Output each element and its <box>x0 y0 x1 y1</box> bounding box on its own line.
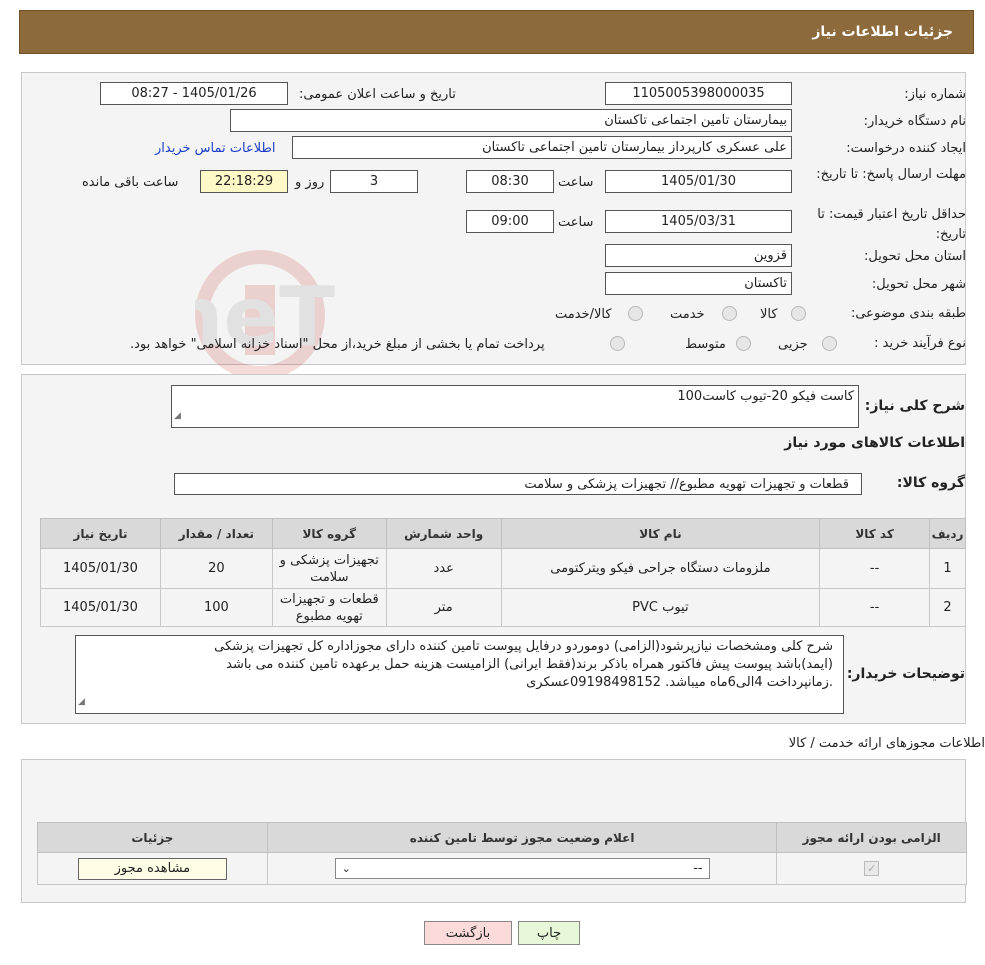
requester-label: ایجاد کننده درخواست: <box>846 141 966 156</box>
permits-header-status: اعلام وضعیت مجوز توسط تامین کننده <box>266 822 778 853</box>
goods-header-unit: واحد شمارش <box>385 518 502 549</box>
deadline-time-field: 08:30 <box>466 170 554 193</box>
need-number-label: شماره نیاز: <box>904 87 966 102</box>
category-option-goods-service: کالا/خدمت <box>555 307 612 322</box>
validity-date-field: 1405/03/31 <box>605 210 792 233</box>
back-button[interactable]: بازگشت <box>424 921 512 945</box>
buyer-notes-label: توضیحات خریدار: <box>846 666 965 682</box>
deadline-label: مهلت ارسال پاسخ: تا تاریخ: <box>816 167 966 182</box>
goods-header-group: گروه کالا <box>271 518 387 549</box>
cell-date: 1405/01/30 <box>40 588 161 627</box>
cell-group: تجهیزات پزشکی و سلامت <box>271 548 387 589</box>
cell-code: -- <box>819 548 931 589</box>
goods-info-title: اطلاعات کالاهای مورد نیاز <box>784 435 965 451</box>
description-text: کاست فیکو 20-تیوب کاست100 <box>677 389 854 404</box>
buyer-org-label: نام دستگاه خریدار: <box>863 114 966 129</box>
deadline-days-field: 3 <box>330 170 418 193</box>
cell-group: قطعات و تجهیزات تهویه مطبوع <box>271 588 387 627</box>
deadline-days-label: روز و <box>295 175 325 190</box>
cell-unit: متر <box>385 588 502 627</box>
description-label: شرح کلی نیاز: <box>864 398 965 414</box>
category-radio-goods-service[interactable] <box>628 306 643 321</box>
process-label: نوع فرآیند خرید : <box>874 336 966 351</box>
city-label: شهر محل تحویل: <box>871 277 966 292</box>
process-radio-minor[interactable] <box>822 336 837 351</box>
chevron-down-icon: ⌄ <box>341 862 351 875</box>
cell-unit: عدد <box>385 548 502 589</box>
goods-table: ردیف کد کالا نام کالا واحد شمارش گروه کا… <box>40 518 966 627</box>
permits-header-details: جزئیات <box>37 822 268 853</box>
city-field: تاکستان <box>605 272 792 295</box>
permit-status-select[interactable]: -- ⌄ <box>334 858 710 879</box>
process-option-medium: متوسط <box>685 337 726 352</box>
goods-header-code: کد کالا <box>819 518 931 549</box>
cell-name: ملزومات دستگاه جراحی فیکو ویترکتومی <box>500 548 821 589</box>
cell-code: -- <box>819 588 931 627</box>
cell-name: تیوب PVC <box>500 588 821 627</box>
cell-date: 1405/01/30 <box>40 548 161 589</box>
category-radio-service[interactable] <box>722 306 737 321</box>
deadline-date-field: 1405/01/30 <box>605 170 792 193</box>
required-checkbox[interactable]: ✓ <box>864 861 880 876</box>
goods-group-field: قطعات و تجهیزات تهویه مطبوع// تجهیزات پز… <box>174 473 862 495</box>
process-option-minor: جزیی <box>778 337 808 352</box>
buyer-notes-line: (ایمد)باشد پیوست پیش فاکتور همراه باذکر … <box>226 657 833 672</box>
category-option-goods: کالا <box>760 307 778 322</box>
validity-time-field: 09:00 <box>466 210 554 233</box>
province-field: قزوین <box>605 244 792 267</box>
goods-group-label: گروه کالا: <box>896 475 965 491</box>
buyer-notes-line: شرح کلی ومشخصات نیازپرشود(الزامی) دومورد… <box>214 639 833 654</box>
resize-grip-icon: ◢ <box>78 697 85 707</box>
remaining-time-field: 22:18:29 <box>200 170 288 193</box>
process-radio-treasury[interactable] <box>610 336 625 351</box>
category-option-service: خدمت <box>670 307 705 322</box>
table-row: 2 -- تیوب PVC متر قطعات و تجهیزات تهویه … <box>40 588 966 627</box>
view-permit-button[interactable]: مشاهده مجوز <box>77 857 227 880</box>
page-title: جزئیات اطلاعات نیاز <box>812 24 953 40</box>
permits-title: اطلاعات مجوزهای ارائه خدمت / کالا <box>788 736 985 751</box>
treasury-note: پرداخت تمام یا بخشی از مبلغ خرید،از محل … <box>130 337 545 352</box>
process-radio-medium[interactable] <box>736 336 751 351</box>
cell-qty: 100 <box>159 588 273 627</box>
cell-details: مشاهده مجوز <box>37 852 268 885</box>
province-label: استان محل تحویل: <box>864 249 966 264</box>
cell-row-no: 2 <box>929 588 966 627</box>
buyer-notes-textarea: شرح کلی ومشخصات نیازپرشود(الزامی) دومورد… <box>75 635 844 714</box>
announce-datetime-label: تاریخ و ساعت اعلان عمومی: <box>299 87 456 102</box>
goods-header-row-no: ردیف <box>929 518 966 549</box>
deadline-time-label: ساعت <box>558 175 594 190</box>
buyer-notes-line: .زمانپرداخت 4الی6ماه میباشد. 09198498152… <box>526 675 833 690</box>
permits-header-required: الزامی بودن ارائه مجوز <box>776 822 967 853</box>
permit-status-value: -- <box>693 861 703 876</box>
cell-status: -- ⌄ <box>266 852 778 885</box>
category-radio-goods[interactable] <box>791 306 806 321</box>
cell-row-no: 1 <box>929 548 966 589</box>
remaining-time-label: ساعت باقی مانده <box>82 175 179 190</box>
need-number-field: 1105005398000035 <box>605 82 792 105</box>
buyer-org-field: بیمارستان تامین اجتماعی تاکستان <box>230 109 792 132</box>
cell-required: ✓ <box>776 852 967 885</box>
requester-field: علی عسکری کارپرداز بیمارستان تامین اجتما… <box>292 136 792 159</box>
validity-time-label: ساعت <box>558 215 594 230</box>
permits-table: الزامی بودن ارائه مجوز اعلام وضعیت مجوز … <box>37 822 967 885</box>
buyer-contact-link[interactable]: اطلاعات تماس خریدار <box>155 141 275 156</box>
page-header: جزئیات اطلاعات نیاز <box>19 10 974 54</box>
table-row: ✓ -- ⌄ مشاهده مجوز <box>37 852 967 885</box>
goods-header-name: نام کالا <box>500 518 821 549</box>
resize-grip-icon: ◢ <box>174 411 181 421</box>
print-button[interactable]: چاپ <box>518 921 580 945</box>
cell-qty: 20 <box>159 548 273 589</box>
category-label: طبقه بندی موضوعی: <box>850 306 966 321</box>
description-textarea: کاست فیکو 20-تیوب کاست100 ◢ <box>171 385 859 428</box>
goods-header-date: تاریخ نیاز <box>40 518 161 549</box>
validity-label: حداقل تاریخ اعتبار قیمت: تا تاریخ: <box>817 207 966 242</box>
announce-datetime-field: 1405/01/26 - 08:27 <box>100 82 288 105</box>
goods-header-qty: تعداد / مقدار <box>159 518 273 549</box>
table-row: 1 -- ملزومات دستگاه جراحی فیکو ویترکتومی… <box>40 548 966 589</box>
